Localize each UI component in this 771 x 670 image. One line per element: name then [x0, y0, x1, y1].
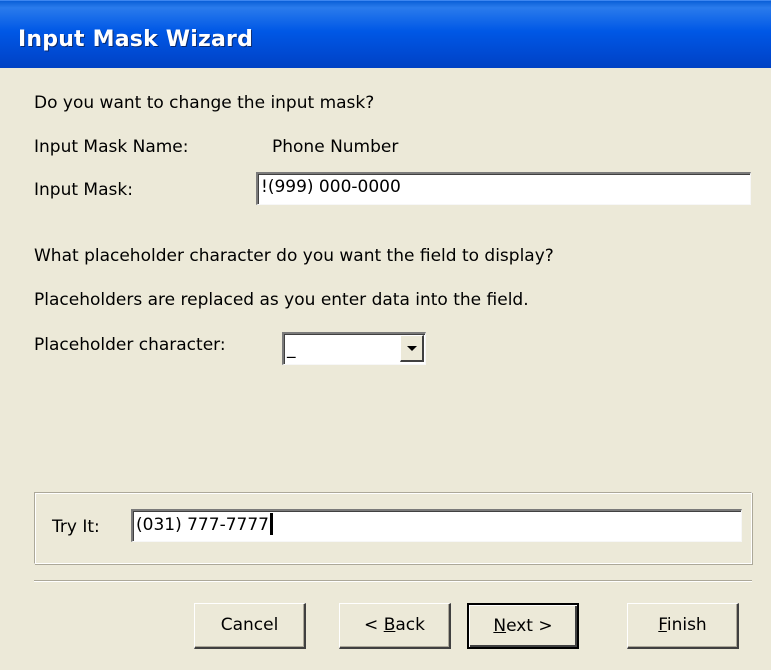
next-button[interactable]: Next >: [467, 603, 579, 649]
input-mask-name-value: Phone Number: [272, 137, 399, 157]
window-title: Input Mask Wizard: [18, 27, 254, 52]
input-mask-label: Input Mask:: [34, 180, 133, 200]
back-button-label: < Back: [364, 615, 425, 635]
change-mask-prompt: Do you want to change the input mask?: [34, 93, 375, 113]
placeholder-character-label: Placeholder character:: [34, 335, 226, 355]
placeholder-question: What placeholder character do you want t…: [34, 246, 554, 266]
title-bar[interactable]: Input Mask Wizard: [0, 0, 771, 68]
chevron-down-icon: [407, 346, 417, 351]
input-mask-value: !(999) 000-0000: [261, 177, 401, 197]
back-button[interactable]: < Back: [339, 603, 451, 649]
placeholder-note: Placeholders are replaced as you enter d…: [34, 290, 529, 310]
input-mask-field[interactable]: !(999) 000-0000: [256, 172, 751, 205]
button-separator: [34, 580, 752, 582]
placeholder-character-value: _: [287, 339, 296, 359]
dropdown-button[interactable]: [400, 335, 424, 362]
try-it-label: Try It:: [52, 517, 100, 537]
try-it-value: (031) 777-7777: [136, 515, 269, 535]
finish-button[interactable]: Finish: [627, 603, 739, 649]
cancel-button-label: Cancel: [220, 615, 279, 635]
try-it-field[interactable]: (031) 777-7777: [131, 509, 742, 542]
placeholder-character-select[interactable]: _: [282, 332, 426, 365]
finish-button-label: Finish: [658, 615, 707, 635]
next-button-label: Next >: [493, 616, 553, 636]
input-mask-name-label: Input Mask Name:: [34, 137, 189, 157]
cancel-button[interactable]: Cancel: [194, 603, 306, 649]
text-caret: [269, 513, 273, 535]
